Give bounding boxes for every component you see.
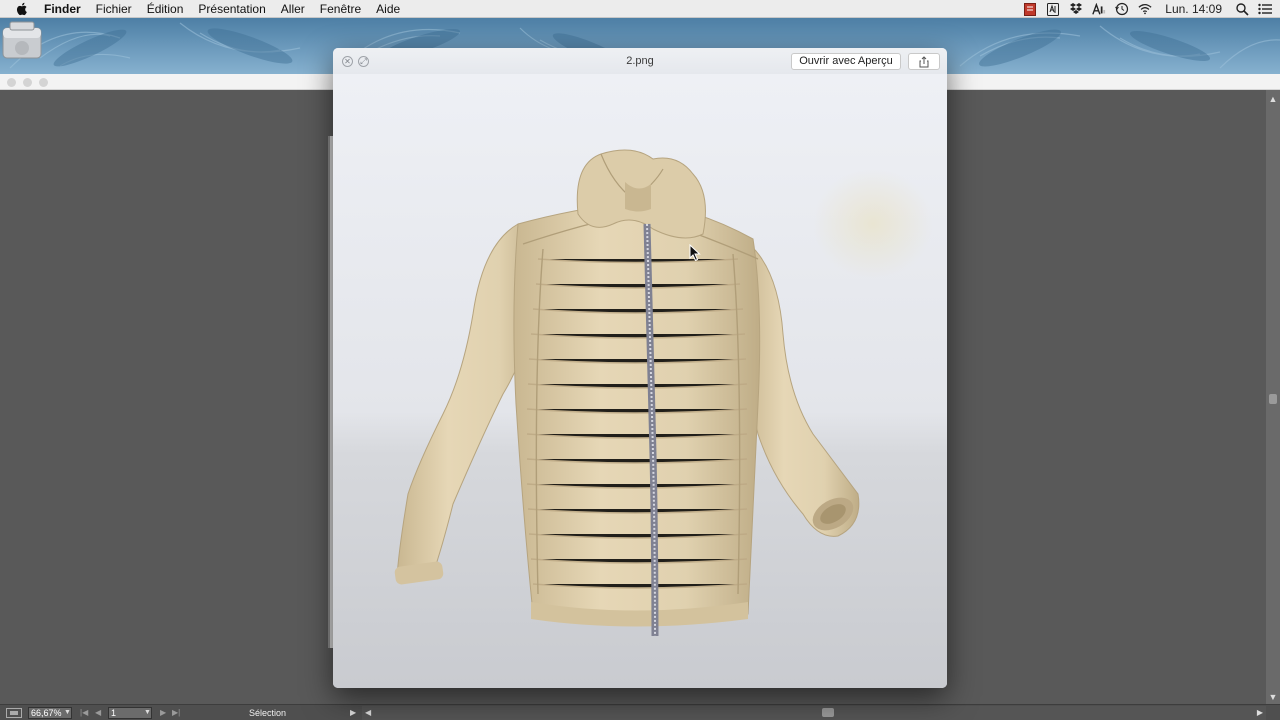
share-button[interactable] (908, 53, 940, 70)
flashcard-icon[interactable] (1023, 2, 1037, 16)
first-page-icon[interactable]: |◀ (80, 707, 88, 719)
menu-fenetre[interactable]: Fenêtre (320, 2, 361, 16)
menu-bar: Finder Fichier Édition Présentation Alle… (0, 0, 1280, 18)
scroll-up-arrow-icon[interactable]: ▲ (1268, 94, 1278, 104)
menu-aide[interactable]: Aide (376, 2, 400, 16)
menu-aller[interactable]: Aller (281, 2, 305, 16)
status-selection-label: Sélection (249, 708, 287, 718)
status-menu-arrow-icon[interactable]: ▶ (350, 707, 356, 719)
bottom-status-bar: 66,67% ▼ |◀ ◀ 1 ▼ ▶ ▶| Sélection ▶ ◀ ▶ (0, 704, 1280, 720)
open-with-preview-button[interactable]: Ouvrir avec Aperçu (791, 53, 901, 70)
zoom-dropdown-icon[interactable]: ▼ (64, 707, 72, 719)
apple-icon[interactable] (14, 1, 30, 17)
status-area: Lun. 14:09 (1023, 0, 1272, 18)
jacket-preview-image (333, 74, 947, 688)
vertical-scrollbar[interactable]: ▲ ▼ (1266, 90, 1280, 706)
mouse-cursor-icon (689, 244, 701, 262)
vertical-scroll-thumb[interactable] (1269, 394, 1277, 404)
artboard-toggle-icon[interactable] (6, 708, 22, 718)
notes-icon[interactable] (1046, 2, 1060, 16)
share-icon (919, 55, 929, 67)
adobe-icon[interactable] (1092, 2, 1106, 16)
horizontal-scrollbar[interactable]: ◀ ▶ (362, 706, 1266, 720)
spotlight-search-icon[interactable] (1235, 2, 1249, 16)
menubar-clock[interactable]: Lun. 14:09 (1165, 2, 1222, 16)
last-page-icon[interactable]: ▶| (172, 707, 180, 719)
next-page-icon[interactable]: ▶ (160, 707, 166, 719)
window-minimize-button[interactable] (23, 78, 32, 87)
page-dropdown-icon[interactable]: ▼ (144, 707, 152, 719)
hard-drive-icon[interactable] (0, 18, 44, 62)
quicklook-window: ✕ ⤢ 2.png Ouvrir avec Aperçu (333, 48, 947, 688)
menu-fichier[interactable]: Fichier (96, 2, 132, 16)
horizontal-scroll-thumb[interactable] (822, 708, 834, 717)
menu-app-finder[interactable]: Finder (44, 2, 81, 16)
menu-presentation[interactable]: Présentation (198, 2, 265, 16)
scroll-right-arrow-icon[interactable]: ▶ (1257, 707, 1263, 719)
wifi-icon[interactable] (1138, 2, 1152, 16)
quicklook-header: ✕ ⤢ 2.png Ouvrir avec Aperçu (333, 48, 947, 74)
timemachine-icon[interactable] (1115, 2, 1129, 16)
window-close-button[interactable] (7, 78, 16, 87)
notification-center-icon[interactable] (1258, 2, 1272, 16)
dropbox-icon[interactable] (1069, 2, 1083, 16)
scroll-left-arrow-icon[interactable]: ◀ (365, 707, 371, 719)
menu-edition[interactable]: Édition (147, 2, 184, 16)
previous-page-icon[interactable]: ◀ (95, 707, 101, 719)
window-zoom-button[interactable] (39, 78, 48, 87)
scroll-down-arrow-icon[interactable]: ▼ (1268, 692, 1278, 702)
